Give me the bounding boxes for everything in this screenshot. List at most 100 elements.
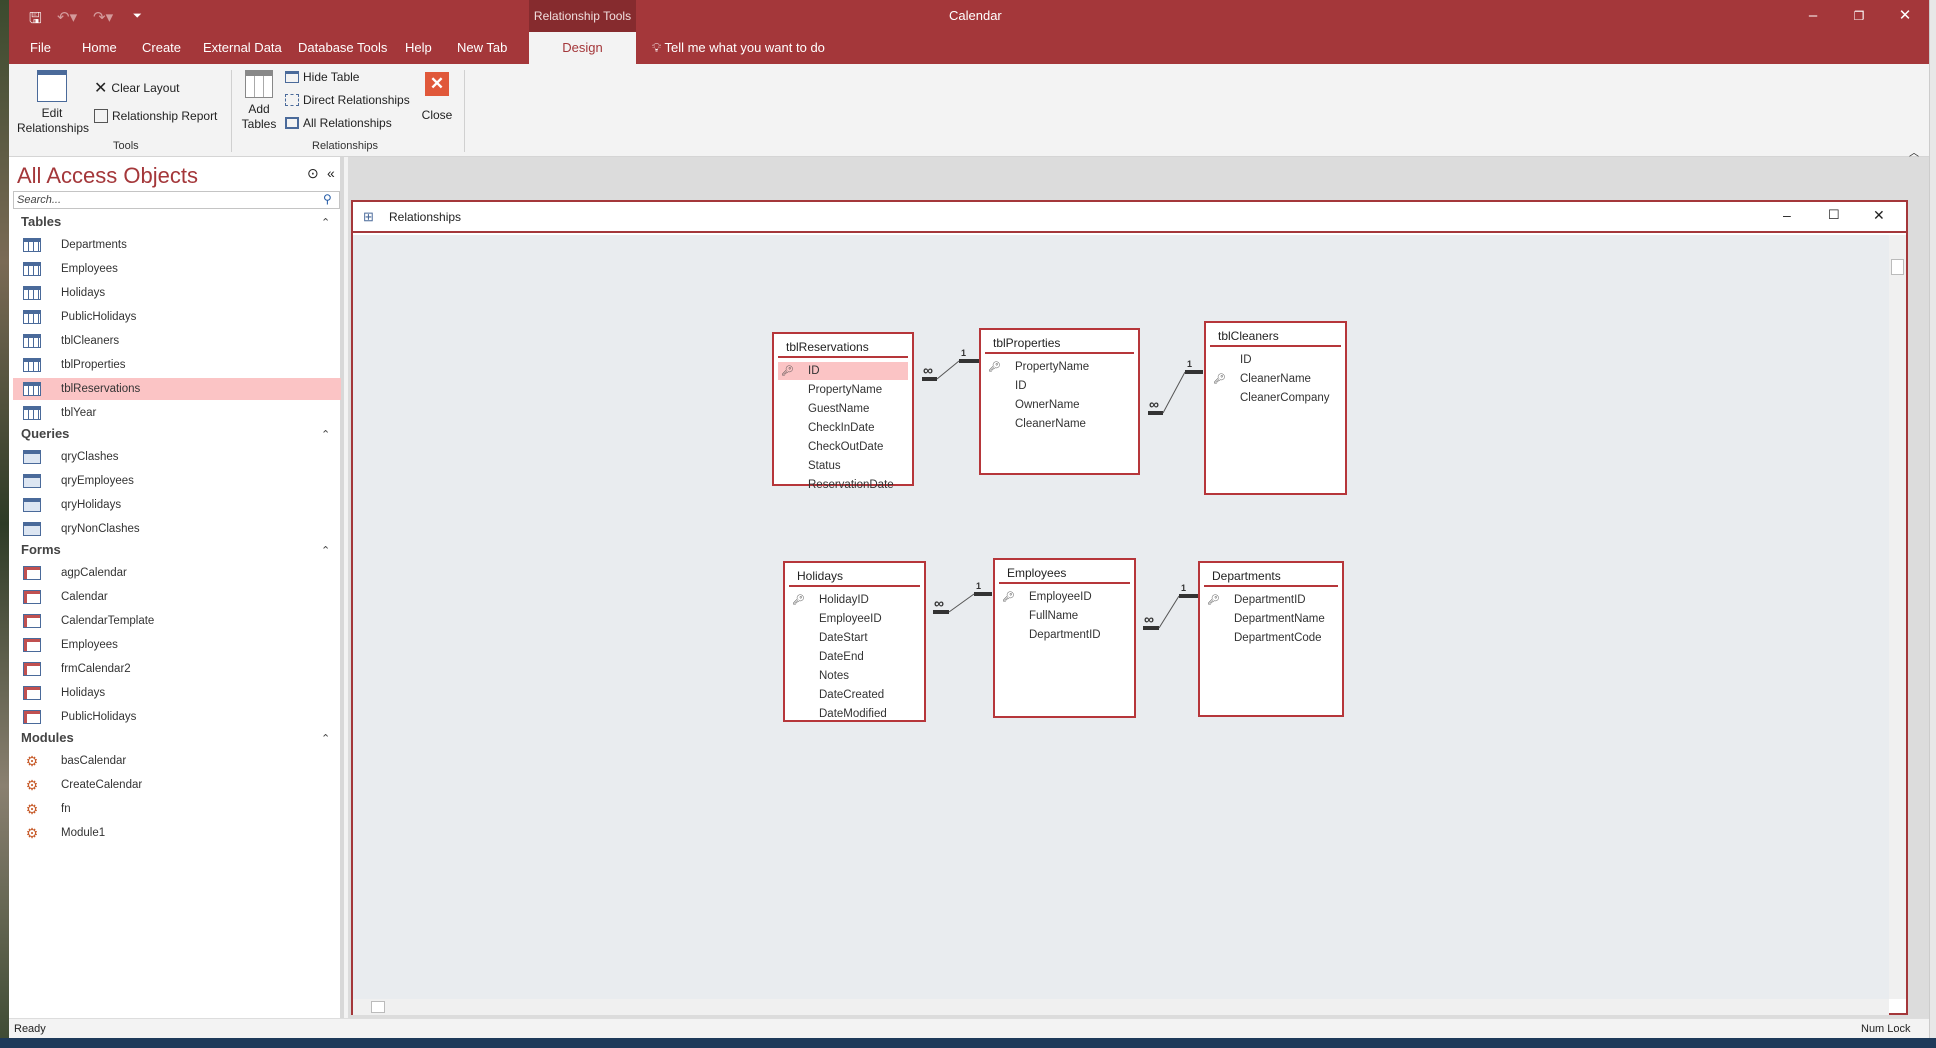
nav-section-forms[interactable]: Forms	[21, 542, 61, 557]
tab-file[interactable]: File	[28, 32, 53, 64]
nav-item[interactable]: qryClashes	[13, 446, 341, 468]
nav-item[interactable]: tblProperties	[13, 354, 341, 376]
nav-section-queries[interactable]: Queries	[21, 426, 69, 441]
table-field[interactable]: 🔑︎ EmployeeID	[999, 588, 1130, 606]
relationships-canvas[interactable]: ∞ 1 ∞ 1 ∞ 1 ∞ 1 tblReservations 🔑︎ ID PropertyName…	[353, 235, 1889, 999]
table-field[interactable]: DateStart	[789, 629, 920, 647]
vertical-scrollbar[interactable]	[1889, 235, 1906, 999]
table-field[interactable]: Status	[778, 457, 908, 475]
redo-icon[interactable]: ↷▾	[93, 8, 113, 26]
nav-item[interactable]: Holidays	[13, 282, 341, 304]
table-field[interactable]: EmployeeID	[789, 610, 920, 628]
table-field[interactable]: DepartmentID	[999, 626, 1130, 644]
table-field[interactable]: CheckOutDate	[778, 438, 908, 456]
table-field[interactable]: DateModified	[789, 705, 920, 723]
collapse-nav-icon[interactable]: «	[327, 165, 335, 181]
nav-item[interactable]: PublicHolidays	[13, 306, 341, 328]
table-field[interactable]: PropertyName	[778, 381, 908, 399]
nav-item[interactable]: tblReservations	[13, 378, 341, 400]
add-tables-button[interactable]: Add Tables	[239, 70, 279, 132]
nav-item[interactable]: ⚙ fn	[13, 798, 341, 820]
nav-search-input[interactable]: Search...	[13, 191, 340, 209]
vertical-scroll-thumb[interactable]	[1891, 259, 1904, 275]
tab-database-tools[interactable]: Database Tools	[296, 32, 389, 64]
nav-item[interactable]: qryNonClashes	[13, 518, 341, 540]
table-title[interactable]: tblCleaners	[1210, 323, 1341, 347]
nav-item[interactable]: tblCleaners	[13, 330, 341, 352]
table-box-holidays[interactable]: Holidays 🔑︎ HolidayID EmployeeID DateStart Da…	[783, 561, 926, 722]
tab-external-data[interactable]: External Data	[201, 32, 284, 64]
table-title[interactable]: tblProperties	[985, 330, 1134, 354]
tab-design[interactable]: Design	[529, 32, 636, 64]
nav-item[interactable]: ⚙ basCalendar	[13, 750, 341, 772]
nav-item[interactable]: Employees	[13, 634, 341, 656]
collapse-section-icon[interactable]: ⌃	[321, 216, 330, 229]
nav-item[interactable]: Employees	[13, 258, 341, 280]
table-title[interactable]: tblReservations	[778, 334, 908, 358]
all-relationships-button[interactable]: All Relationships	[285, 116, 392, 130]
restore-icon[interactable]: ❐	[1839, 4, 1879, 28]
table-field[interactable]: 🔑︎ PropertyName	[985, 358, 1134, 376]
nav-menu-dropdown-icon[interactable]: ⊙	[307, 165, 319, 182]
save-icon[interactable]: 🖫	[29, 8, 42, 33]
direct-relationships-button[interactable]: Direct Relationships	[285, 93, 410, 107]
relationship-line[interactable]: ∞1	[922, 348, 981, 381]
nav-item[interactable]: Departments	[13, 234, 341, 256]
table-title[interactable]: Holidays	[789, 563, 920, 587]
minimize-icon[interactable]: –	[1793, 4, 1833, 28]
table-field[interactable]: FullName	[999, 607, 1130, 625]
table-field[interactable]: CleanerCompany	[1210, 389, 1341, 407]
table-box-tblcleaners[interactable]: tblCleaners ID 🔑︎ CleanerName CleanerCompany	[1204, 321, 1347, 495]
close-icon[interactable]: ✕	[1885, 4, 1925, 28]
nav-section-modules[interactable]: Modules	[21, 730, 74, 745]
table-field[interactable]: CleanerName	[985, 415, 1134, 433]
nav-item[interactable]: qryHolidays	[13, 494, 341, 516]
close-relationships-button[interactable]: ✕ Close	[417, 72, 457, 123]
tell-me-search[interactable]: 💡︎ Tell me what you want to do	[652, 32, 825, 64]
window-maximize-icon[interactable]: ☐	[1828, 207, 1840, 223]
undo-icon[interactable]: ↶▾	[57, 8, 77, 26]
table-box-employees[interactable]: Employees 🔑︎ EmployeeID FullName DepartmentI…	[993, 558, 1136, 718]
window-close-icon[interactable]: ✕	[1873, 207, 1885, 224]
table-field[interactable]: ID	[1210, 351, 1341, 369]
collapse-section-icon[interactable]: ⌃	[321, 732, 330, 745]
tab-home[interactable]: Home	[80, 32, 119, 64]
relationship-line[interactable]: ∞1	[1148, 359, 1203, 415]
nav-item[interactable]: PublicHolidays	[13, 706, 341, 728]
table-field[interactable]: DepartmentName	[1204, 610, 1338, 628]
table-field[interactable]: ID	[985, 377, 1134, 395]
table-field[interactable]: Notes	[789, 667, 920, 685]
table-box-departments[interactable]: Departments 🔑︎ DepartmentID DepartmentName D…	[1198, 561, 1344, 717]
hide-table-button[interactable]: Hide Table	[285, 70, 359, 84]
nav-item[interactable]: frmCalendar2	[13, 658, 341, 680]
table-field[interactable]: GuestName	[778, 400, 908, 418]
nav-item[interactable]: CalendarTemplate	[13, 610, 341, 632]
table-field[interactable]: DepartmentCode	[1204, 629, 1338, 647]
table-field[interactable]: 🔑︎ HolidayID	[789, 591, 920, 609]
horizontal-scroll-thumb[interactable]	[371, 1001, 385, 1013]
tab-create[interactable]: Create	[140, 32, 183, 64]
edit-relationships-button[interactable]: Edit Relationships	[17, 70, 89, 136]
window-minimize-icon[interactable]: –	[1783, 207, 1791, 223]
table-field[interactable]: CheckInDate	[778, 419, 908, 437]
table-box-tblreservations[interactable]: tblReservations 🔑︎ ID PropertyName GuestName…	[772, 332, 914, 491]
table-field[interactable]: OwnerName	[985, 396, 1134, 414]
nav-item[interactable]: Calendar	[13, 586, 341, 608]
table-field[interactable]: DateEnd	[789, 648, 920, 666]
nav-item[interactable]: ⚙ Module1	[13, 822, 341, 844]
relationship-report-button[interactable]: Relationship Report	[94, 109, 217, 123]
table-field[interactable]: 🔑︎ CleanerName	[1210, 370, 1341, 388]
nav-item[interactable]: qryEmployees	[13, 470, 341, 492]
clear-layout-button[interactable]: ✕ Clear Layout	[94, 78, 179, 98]
search-icon[interactable]: ⚲	[323, 192, 332, 206]
nav-pane-title[interactable]: All Access Objects	[17, 163, 198, 189]
horizontal-scrollbar[interactable]	[353, 999, 1889, 1015]
table-field[interactable]: 🔑︎ ID	[778, 362, 908, 380]
collapse-section-icon[interactable]: ⌃	[321, 544, 330, 557]
nav-item[interactable]: agpCalendar	[13, 562, 341, 584]
table-field[interactable]: ReservationDate	[778, 476, 908, 494]
nav-item[interactable]: ⚙ CreateCalendar	[13, 774, 341, 796]
relationship-line[interactable]: ∞1	[933, 581, 992, 614]
customize-qat-icon[interactable]: ⏷	[133, 10, 142, 23]
table-title[interactable]: Employees	[999, 560, 1130, 584]
